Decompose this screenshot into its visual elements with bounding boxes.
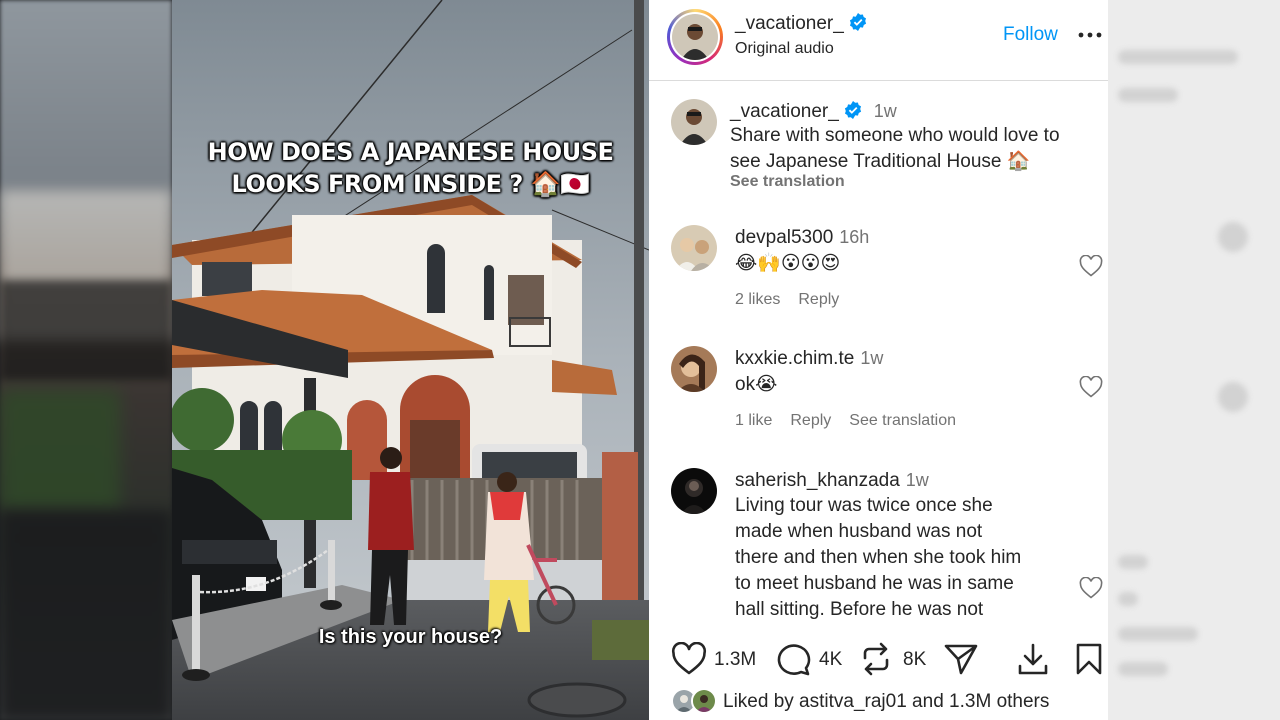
comment-avatar[interactable]: [671, 346, 717, 392]
likes-count[interactable]: 1.3M: [714, 649, 756, 671]
comment-text-line: Living tour was twice once she: [735, 495, 993, 516]
story-ring-avatar[interactable]: [667, 9, 723, 65]
video-frame-illustration: [172, 0, 649, 720]
comment-text-line: there and then when she took him: [735, 547, 1022, 568]
like-comment-heart-icon[interactable]: [1079, 255, 1103, 277]
caption-username[interactable]: _vacationer_: [730, 101, 839, 122]
comment-icon[interactable]: [775, 642, 811, 676]
caption-text-line-2: see Japanese Traditional House 🏠: [730, 151, 1031, 172]
caption-text-line-1: Share with someone who would love to: [730, 125, 1060, 146]
liked-by-row: Liked by astitva_raj01 and 1.3M others: [671, 686, 1101, 716]
reply-link[interactable]: Reply: [790, 412, 831, 429]
comments-count[interactable]: 4K: [819, 649, 842, 671]
header-username-row[interactable]: _vacationer_: [735, 13, 867, 35]
original-audio-link[interactable]: Original audio: [735, 40, 834, 58]
blurred-video-left: [0, 0, 172, 720]
comment-time: 1w: [860, 348, 884, 368]
liked-by-others-link[interactable]: 1.3M others: [949, 691, 1049, 712]
blurred-panel-right: [1108, 0, 1280, 720]
post-header: _vacationer_ Original audio Follow: [649, 0, 1108, 81]
like-heart-icon[interactable]: [671, 642, 707, 676]
comment-text-line: made when husband was not: [735, 521, 983, 542]
comment-time: 16h: [839, 227, 870, 247]
comment-time: 1w: [905, 470, 929, 490]
comments-list[interactable]: _vacationer_ 1w Share with someone who wo…: [649, 82, 1108, 620]
verified-badge-icon: [849, 13, 866, 31]
reply-link[interactable]: Reply: [798, 291, 839, 308]
comment-likes[interactable]: 2 likes: [735, 291, 780, 308]
video-caption-line-1: HOW DOES A JAPANESE HOUSE: [207, 138, 614, 166]
liked-by-and: and: [906, 691, 950, 712]
follow-button[interactable]: Follow: [1003, 24, 1058, 46]
comment-username[interactable]: devpal5300: [735, 227, 833, 248]
download-icon[interactable]: [1017, 642, 1049, 676]
save-bookmark-icon[interactable]: [1075, 642, 1103, 676]
see-translation-link[interactable]: See translation: [849, 412, 956, 429]
comment-avatar[interactable]: [671, 225, 717, 271]
comment-username[interactable]: kxxkie.chim.te: [735, 348, 854, 369]
liked-by-user-link[interactable]: astitva_raj01: [799, 691, 907, 712]
post-panel: _vacationer_ Original audio Follow _vaca…: [649, 0, 1108, 720]
like-comment-heart-icon[interactable]: [1079, 577, 1103, 599]
like-comment-heart-icon[interactable]: [1079, 376, 1103, 398]
comment-avatar[interactable]: [671, 468, 717, 514]
video-caption-line-2: LOOKS FROM INSIDE ? 🏠🇯🇵: [231, 170, 590, 198]
action-bar: 1.3M 4K 8K: [649, 630, 1108, 690]
video-subtitle: Is this your house?: [318, 626, 503, 648]
more-options-icon[interactable]: [1077, 28, 1103, 42]
comment-likes[interactable]: 1 like: [735, 412, 772, 429]
liked-by-prefix: Liked by: [723, 691, 800, 712]
reel-video[interactable]: HOW DOES A JAPANESE HOUSE LOOKS FROM INS…: [172, 0, 649, 720]
avatar: [672, 14, 718, 60]
header-username[interactable]: _vacationer_: [735, 13, 844, 34]
share-send-icon[interactable]: [943, 642, 979, 676]
liked-by-text: Liked by astitva_raj01 and 1.3M others: [723, 691, 1049, 713]
caption-avatar[interactable]: [671, 99, 717, 145]
see-translation-link[interactable]: See translation: [730, 173, 1090, 191]
reposts-count[interactable]: 8K: [903, 649, 926, 671]
comment-text-line: to meet husband he was in same: [735, 573, 1014, 594]
verified-badge-icon: [844, 101, 861, 119]
caption-time: 1w: [873, 101, 897, 121]
liker-avatar[interactable]: [691, 688, 717, 714]
comment-username[interactable]: saherish_khanzada: [735, 470, 900, 491]
comment-text: 😂🙌😮😮😍: [735, 253, 841, 274]
comment-text: ok😭: [735, 374, 778, 395]
comment-text-line: hall sitting. Before he was not: [735, 599, 984, 620]
repost-icon[interactable]: [859, 642, 893, 676]
